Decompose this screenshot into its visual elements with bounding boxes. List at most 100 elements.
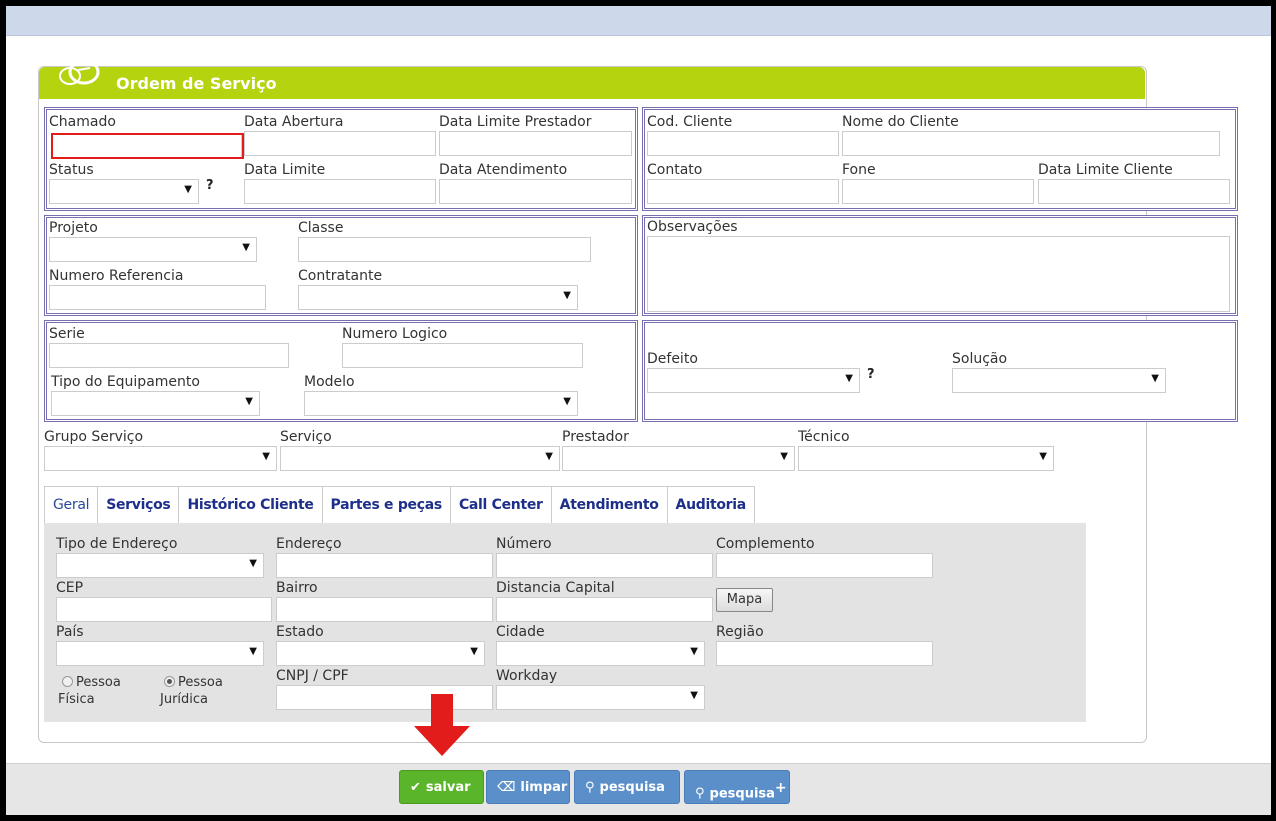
chevron-down-icon: ▼ <box>545 451 553 462</box>
pesquisa-plus-label: pesquisa <box>709 786 775 802</box>
tab-historico-cliente[interactable]: Histórico Cliente <box>178 486 323 523</box>
workday-select[interactable]: ▼ <box>496 685 705 710</box>
chevron-down-icon: ▼ <box>262 451 270 462</box>
cep-input[interactable] <box>56 597 272 622</box>
label-classe: Classe <box>298 220 344 236</box>
label-cnpj-cpf: CNPJ / CPF <box>276 668 349 684</box>
bairro-input[interactable] <box>276 597 493 622</box>
label-data-atendimento: Data Atendimento <box>439 162 568 178</box>
search-icon: ⚲ <box>695 786 705 802</box>
label-observacoes: Observações <box>647 219 738 235</box>
label-tipo-endereco: Tipo de Endereço <box>56 536 178 552</box>
tab-partes-pecas[interactable]: Partes e peças <box>321 486 451 523</box>
pais-select[interactable]: ▼ <box>56 641 264 666</box>
chevron-down-icon: ▼ <box>563 290 571 301</box>
contratante-select[interactable]: ▼ <box>298 285 578 310</box>
defeito-help-icon[interactable]: ? <box>867 367 875 382</box>
numero-input[interactable] <box>496 553 713 578</box>
salvar-button[interactable]: ✔ salvar <box>399 770 484 804</box>
label-projeto: Projeto <box>49 220 98 236</box>
tipo-equipamento-select[interactable]: ▼ <box>51 391 260 416</box>
tab-auditoria[interactable]: Auditoria <box>666 486 755 523</box>
label-contato: Contato <box>647 162 703 178</box>
mapa-button[interactable]: Mapa <box>716 588 773 612</box>
data-limite-input[interactable] <box>244 179 436 204</box>
pesquisa-plus-button[interactable]: ⚲ pesquisa+ <box>684 770 790 804</box>
chevron-down-icon: ▼ <box>845 373 853 384</box>
chevron-down-icon: ▼ <box>563 396 571 407</box>
data-atendimento-input[interactable] <box>439 179 632 204</box>
label-endereco: Endereço <box>276 536 342 552</box>
cod-cliente-input[interactable] <box>647 131 839 156</box>
label-numero-referencia: Numero Referencia <box>49 268 184 284</box>
regiao-input[interactable] <box>716 641 933 666</box>
serie-input[interactable] <box>49 343 289 368</box>
distancia-capital-input[interactable] <box>496 597 713 622</box>
tab-servicos[interactable]: Serviços <box>97 486 180 523</box>
tab-geral[interactable]: Geral <box>44 486 99 523</box>
modelo-select[interactable]: ▼ <box>304 391 578 416</box>
status-select[interactable]: ▼ <box>49 179 199 204</box>
chevron-down-icon: ▼ <box>249 558 257 569</box>
limpar-button[interactable]: ⌫ limpar <box>486 770 570 804</box>
eraser-icon: ⌫ <box>497 780 516 795</box>
pesquisa-label: pesquisa <box>599 780 665 795</box>
label-defeito: Defeito <box>647 351 698 367</box>
label-regiao: Região <box>716 624 764 640</box>
label-chamado: Chamado <box>49 114 116 130</box>
data-limite-cliente-input[interactable] <box>1038 179 1230 204</box>
chevron-down-icon: ▼ <box>690 646 698 657</box>
radio-fisica-text-2: Física <box>58 692 95 707</box>
label-data-abertura: Data Abertura <box>244 114 344 130</box>
cidade-select[interactable]: ▼ <box>496 641 705 666</box>
radio-fisica-text-1: Pessoa <box>76 675 121 690</box>
projeto-select[interactable]: ▼ <box>49 237 257 262</box>
chevron-down-icon: ▼ <box>245 396 253 407</box>
radio-pessoa-fisica[interactable]: Pessoa Física <box>58 674 121 708</box>
label-status: Status <box>49 162 94 178</box>
chevron-down-icon: ▼ <box>1039 451 1047 462</box>
tipo-endereco-select[interactable]: ▼ <box>56 553 264 578</box>
classe-input[interactable] <box>298 237 591 262</box>
status-help-icon[interactable]: ? <box>206 178 214 193</box>
page-title: Ordem de Serviço <box>116 74 277 93</box>
complemento-input[interactable] <box>716 553 933 578</box>
label-numero-logico: Numero Logico <box>342 326 448 342</box>
data-limite-prestador-input[interactable] <box>439 131 632 156</box>
radio-pessoa-juridica[interactable]: Pessoa Jurídica <box>160 674 223 708</box>
label-modelo: Modelo <box>304 374 355 390</box>
numero-referencia-input[interactable] <box>49 285 266 310</box>
data-abertura-input[interactable] <box>244 131 436 156</box>
logo-icon <box>59 59 100 85</box>
label-complemento: Complemento <box>716 536 815 552</box>
defeito-select[interactable]: ▼ <box>647 368 860 393</box>
label-cidade: Cidade <box>496 624 545 640</box>
label-fone: Fone <box>842 162 876 178</box>
chevron-down-icon: ▼ <box>242 242 250 253</box>
prestador-select[interactable]: ▼ <box>562 446 795 471</box>
pesquisa-button[interactable]: ⚲ pesquisa <box>574 770 680 804</box>
label-pais: País <box>56 624 84 640</box>
estado-select[interactable]: ▼ <box>276 641 485 666</box>
label-prestador: Prestador <box>562 429 629 445</box>
numero-logico-input[interactable] <box>342 343 583 368</box>
servico-select[interactable]: ▼ <box>280 446 560 471</box>
check-circle-icon: ✔ <box>410 780 421 795</box>
endereco-input[interactable] <box>276 553 493 578</box>
tab-atendimento[interactable]: Atendimento <box>550 486 668 523</box>
nome-cliente-input[interactable] <box>842 131 1220 156</box>
grupo-servico-select[interactable]: ▼ <box>44 446 277 471</box>
label-workday: Workday <box>496 668 558 684</box>
plus-icon: + <box>774 780 787 796</box>
fone-input[interactable] <box>842 179 1034 204</box>
chevron-down-icon: ▼ <box>249 646 257 657</box>
solucao-select[interactable]: ▼ <box>952 368 1166 393</box>
label-distancia-capital: Distancia Capital <box>496 580 615 596</box>
tab-call-center[interactable]: Call Center <box>449 486 552 523</box>
contato-input[interactable] <box>647 179 839 204</box>
observacoes-textarea[interactable] <box>647 236 1230 312</box>
radio-dot <box>62 676 73 687</box>
tecnico-select[interactable]: ▼ <box>798 446 1054 471</box>
chevron-down-icon: ▼ <box>470 646 478 657</box>
label-cep: CEP <box>56 580 84 596</box>
